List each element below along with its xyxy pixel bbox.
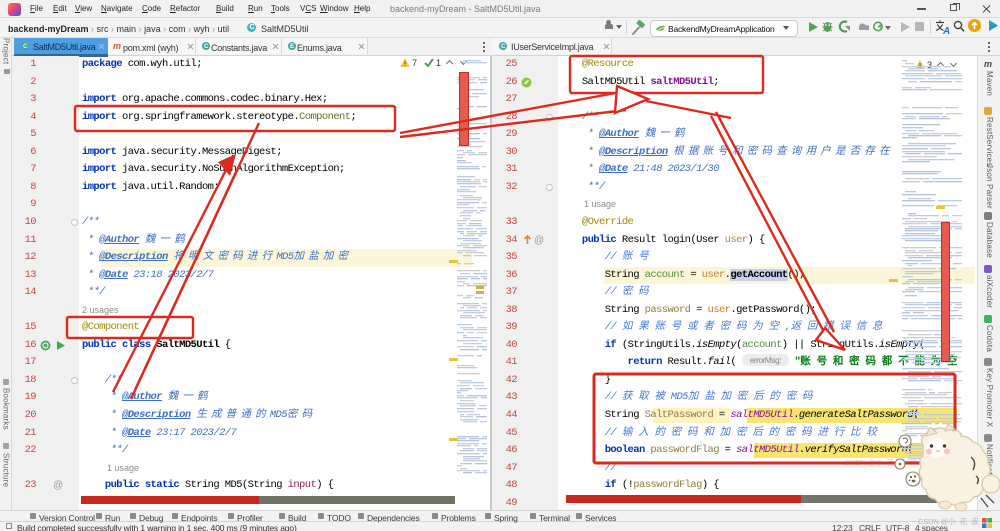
svg-text:A: A (942, 26, 950, 35)
